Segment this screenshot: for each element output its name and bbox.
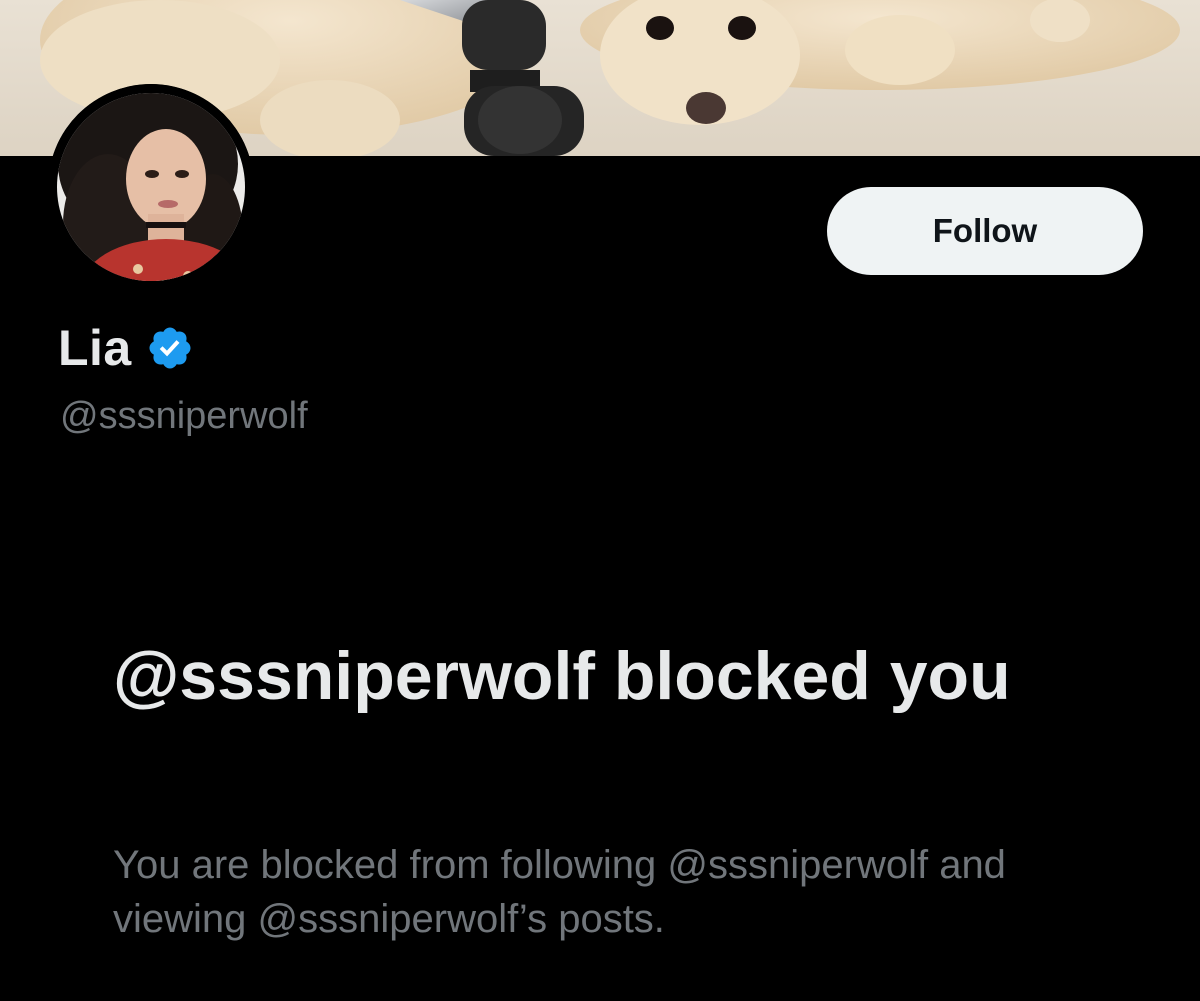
display-name: Lia [58, 320, 132, 376]
blocked-description: You are blocked from following @sssniper… [113, 843, 1006, 941]
display-name-row: Lia [58, 318, 194, 378]
profile-avatar[interactable] [48, 84, 254, 290]
blocked-title: @sssniperwolf blocked you [113, 638, 1011, 714]
follow-button[interactable]: Follow [827, 187, 1143, 275]
profile-handle: @sssniperwolf [60, 395, 308, 437]
verified-badge-icon[interactable] [146, 324, 194, 372]
